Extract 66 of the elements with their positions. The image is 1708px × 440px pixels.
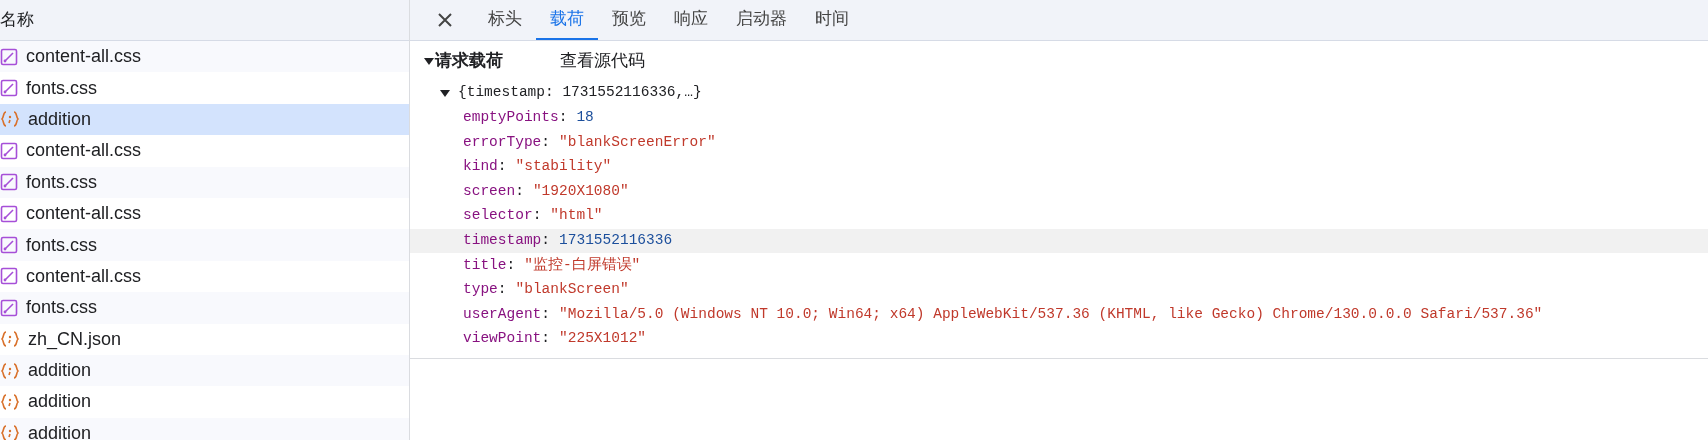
stylesheet-icon <box>0 267 18 286</box>
request-row[interactable]: fonts.css <box>0 292 409 324</box>
file-name: zh_CN.json <box>28 327 122 352</box>
file-name: addition <box>28 390 92 414</box>
stylesheet-icon <box>0 236 18 255</box>
file-name: fonts.css <box>26 233 98 257</box>
file-name: addition <box>28 359 92 383</box>
stylesheet-icon <box>0 47 18 66</box>
property-value: "blankScreen" <box>515 280 629 300</box>
property-key: kind: <box>463 156 507 178</box>
property-value: "html" <box>550 206 603 226</box>
property-value: "stability" <box>515 157 612 177</box>
property-key: screen: <box>463 180 524 203</box>
stylesheet-icon <box>0 79 18 98</box>
caret-icon[interactable] <box>424 56 434 66</box>
file-name: content-all.css <box>26 139 142 163</box>
file-name: content-all.css <box>26 264 142 288</box>
property-key: userAgent: <box>463 303 551 326</box>
tab[interactable]: 载荷 <box>536 0 598 40</box>
property-value: 1731552116336 <box>559 231 673 250</box>
file-name: fonts.css <box>26 76 98 100</box>
file-name: fonts.css <box>26 296 98 320</box>
property-value: "监控-白屏错误" <box>524 255 641 275</box>
object-summary[interactable]: {timestamp: 1731552116336,…} <box>458 82 702 105</box>
tab[interactable]: 预览 <box>598 0 660 40</box>
stylesheet-icon <box>0 204 18 223</box>
stylesheet-icon <box>0 173 18 192</box>
property-key: timestamp: <box>463 230 551 252</box>
file-name: content-all.css <box>26 202 142 226</box>
request-row[interactable]: addition <box>0 417 409 440</box>
property-value: 18 <box>576 108 594 127</box>
request-row[interactable]: fonts.css <box>0 166 409 198</box>
request-row[interactable]: content-all.css <box>0 41 409 73</box>
property-key: selector: <box>463 205 542 228</box>
property-key: emptyPoints: <box>463 107 568 129</box>
tab[interactable]: 标头 <box>474 0 536 40</box>
property-key: errorType: <box>463 131 551 154</box>
request-row[interactable]: addition <box>0 354 409 387</box>
file-name: addition <box>28 107 92 131</box>
stylesheet-icon <box>0 298 18 317</box>
request-row[interactable]: addition <box>0 103 409 136</box>
tab[interactable]: 时间 <box>801 0 863 40</box>
tab[interactable]: 响应 <box>660 0 722 40</box>
property-value: "Mozilla/5.0 (Windows NT 10.0; Win64; x64) AppleWebKit/537.36 (KHTML, like Gecko) Chrome/130.0.0.0 Safari/537.36" <box>559 304 1543 324</box>
file-name: content-all.css <box>26 45 142 69</box>
braces-icon <box>0 393 20 411</box>
tab[interactable]: 启动器 <box>722 0 801 40</box>
stylesheet-icon <box>0 141 18 160</box>
caret-icon[interactable] <box>440 88 450 99</box>
section-toggle[interactable]: 请求载荷 <box>424 48 560 74</box>
column-header: 名称 <box>0 9 34 32</box>
property-key: viewPoint: <box>463 328 551 351</box>
close-icon <box>437 12 453 28</box>
braces-icon <box>0 424 20 440</box>
property-value: "blankScreenError" <box>559 132 716 152</box>
property-value: "225X1012" <box>559 329 647 349</box>
file-name: addition <box>28 421 92 440</box>
view-source-link[interactable]: 查看源代码 <box>560 48 645 74</box>
braces-icon <box>0 361 20 380</box>
braces-icon <box>0 110 20 129</box>
property-value: "1920X1080" <box>532 181 629 201</box>
file-name: fonts.css <box>26 170 98 194</box>
property-key: type: <box>463 279 507 301</box>
braces-icon <box>0 330 20 349</box>
property-key: title: <box>463 254 516 277</box>
request-row[interactable]: fonts.css <box>0 229 409 261</box>
